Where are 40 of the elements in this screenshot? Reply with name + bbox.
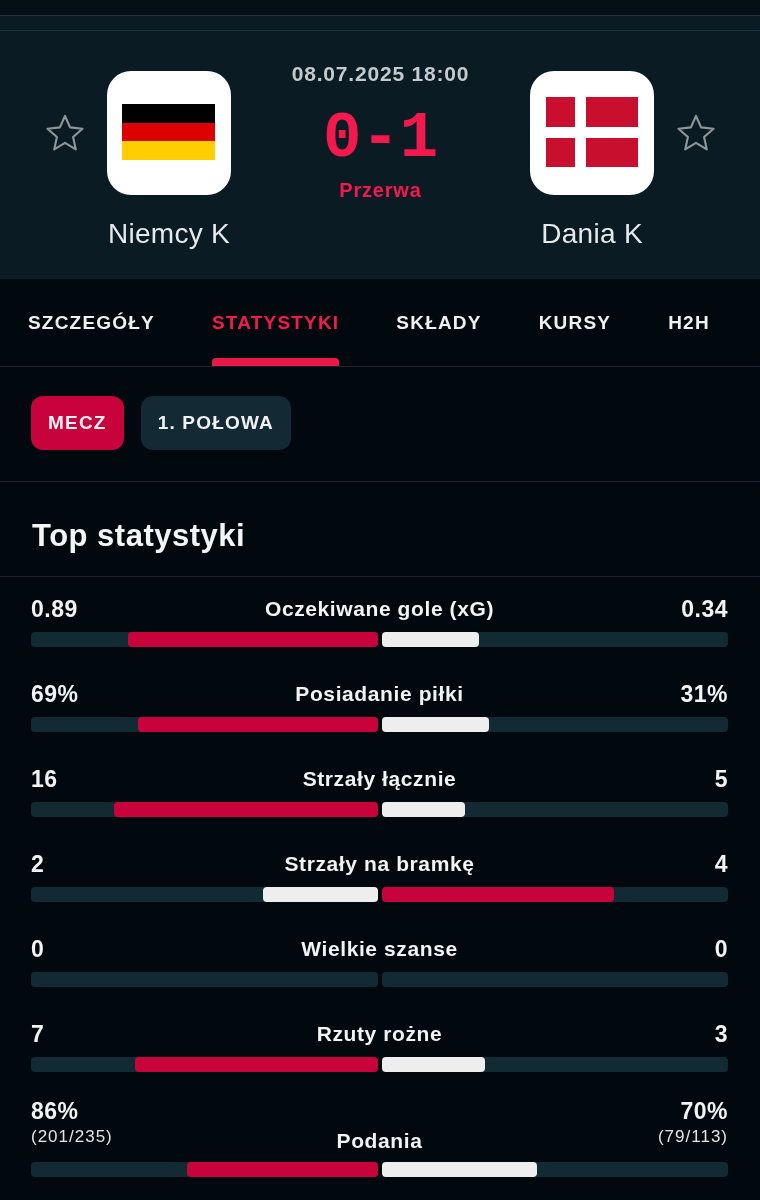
stat-value: 86% [31, 1098, 79, 1124]
tab[interactable]: SKŁADY [396, 279, 482, 366]
stat-value: 3 [714, 1021, 728, 1047]
stat-value: 0.89 [31, 596, 78, 622]
match-score: 0-1 [322, 104, 439, 174]
stat-label: Strzały na bramkę [283, 851, 476, 877]
stat-label: Wielkie szanse [300, 936, 459, 962]
stat-value: 4 [714, 851, 728, 877]
tab[interactable]: KURSY [538, 279, 612, 366]
section-title: Top statystyki [32, 518, 246, 554]
stat-value: 5 [714, 766, 728, 792]
tab[interactable]: STATYSTYKI [211, 279, 340, 366]
stat-label: Rzuty rożne [315, 1021, 444, 1047]
stat-value: 2 [31, 851, 45, 877]
stat-value: 0 [31, 936, 45, 962]
tab[interactable]: H2H [668, 279, 710, 366]
stat-label: Podania [335, 1128, 424, 1154]
stat-value: 70% [680, 1098, 728, 1124]
stat-value: 0 [714, 936, 728, 962]
stat-label: Posiadanie piłki [294, 681, 465, 707]
stat-label: Strzały łącznie [301, 766, 458, 792]
stat-label: Oczekiwane gole (xG) [263, 596, 496, 622]
stat-detail: (79/113) [657, 1126, 728, 1148]
match-status: Przerwa [339, 179, 422, 201]
flag-icon [107, 71, 231, 195]
match-datetime: 08.07.2025 18:00 [291, 62, 470, 86]
stat-value: 16 [31, 766, 58, 792]
team-name: Dania K [541, 219, 643, 249]
period-filter[interactable]: MECZ [31, 396, 124, 450]
flag-icon [530, 71, 654, 195]
stat-detail: (201/235) [31, 1126, 113, 1148]
team-name: Niemcy K [107, 219, 231, 249]
tab[interactable]: SZCZEGÓŁY [28, 279, 155, 366]
stat-value: 7 [31, 1021, 45, 1047]
star-icon[interactable] [45, 114, 85, 152]
stat-value: 69% [31, 681, 79, 707]
star-icon[interactable] [676, 114, 716, 152]
period-filter[interactable]: 1. POŁOWA [140, 396, 291, 450]
stat-value: 31% [680, 681, 728, 707]
stat-value: 0.34 [681, 596, 728, 622]
